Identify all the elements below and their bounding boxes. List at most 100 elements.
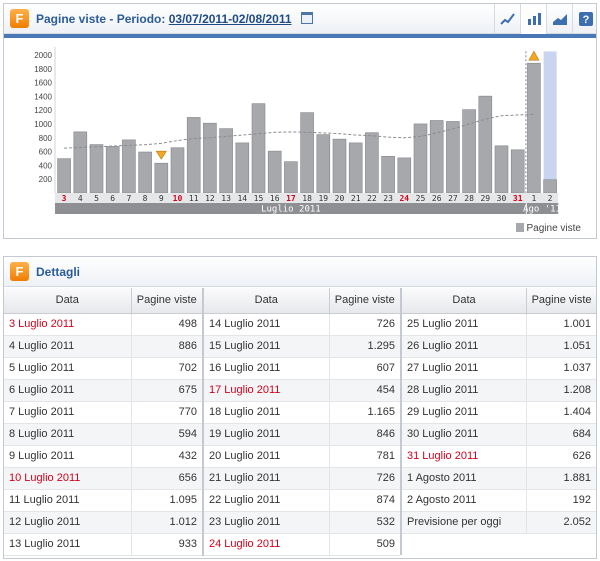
- month-label: Luglio 2011: [261, 205, 321, 215]
- data-bar: [267, 150, 282, 194]
- y-tick-label: 1000: [34, 120, 52, 129]
- row-pageviews: 454: [328, 379, 400, 402]
- row-pageviews: 886: [130, 335, 202, 358]
- row-date: 26 Luglio 2011: [401, 335, 527, 358]
- column-header-date[interactable]: Data: [4, 288, 131, 314]
- chart-panel-header: F Pagine viste - Periodo: 03/07/2011-02/…: [4, 4, 596, 34]
- column-header-date[interactable]: Data: [203, 288, 329, 314]
- details-panel-header: F Dettagli: [4, 257, 596, 287]
- period-link[interactable]: 03/07/2011-02/08/2011: [169, 12, 292, 26]
- details-table: Data Pagine viste 25 Luglio 2011 1.001 26 Lu…: [400, 288, 596, 555]
- x-tick-label: 2: [548, 194, 553, 203]
- area-chart-icon: [553, 14, 567, 25]
- table-row: 9 Luglio 2011 432: [4, 445, 202, 468]
- x-tick-label: 3: [62, 194, 67, 203]
- row-date: 15 Luglio 2011: [203, 335, 329, 358]
- row-pageviews: 1.295: [328, 335, 400, 358]
- x-tick-label: 12: [205, 194, 215, 203]
- row-date: 11 Luglio 2011: [4, 489, 131, 512]
- row-date: 2 Agosto 2011: [401, 489, 527, 512]
- row-pageviews: 933: [130, 533, 202, 556]
- table-row: 22 Luglio 2011 874: [203, 489, 400, 512]
- row-date: 12 Luglio 2011: [4, 511, 131, 534]
- x-tick-label: 17: [286, 194, 296, 203]
- row-date: 24 Luglio 2011: [203, 533, 329, 556]
- data-bar: [397, 157, 412, 194]
- row-pageviews: 1.881: [526, 467, 596, 490]
- row-pageviews: 2.052: [526, 511, 596, 534]
- app-logo-icon: F: [10, 262, 29, 281]
- data-bar: [219, 128, 233, 194]
- table-row: Previsione per oggi 2.052: [401, 511, 596, 534]
- area-chart-button[interactable]: [546, 4, 572, 34]
- table-row: 24 Luglio 2011 509: [203, 533, 400, 556]
- row-date: 23 Luglio 2011: [203, 511, 329, 534]
- x-tick-label: 19: [318, 194, 328, 203]
- table-row: 27 Luglio 2011 1.037: [401, 357, 596, 380]
- app-logo-icon: F: [10, 9, 29, 28]
- row-pageviews: 1.404: [526, 401, 596, 424]
- help-icon: ?: [579, 12, 593, 26]
- column-header-pageviews[interactable]: Pagine viste: [130, 288, 202, 314]
- table-row: 4 Luglio 2011 886: [4, 335, 202, 358]
- table-header-row: Data Pagine viste: [203, 288, 400, 314]
- row-pageviews: 1.095: [130, 489, 202, 512]
- table-row: 17 Luglio 2011 454: [203, 379, 400, 402]
- row-pageviews: 684: [526, 423, 596, 446]
- row-date: 7 Luglio 2011: [4, 401, 131, 424]
- details-panel: F Dettagli Data Pagine viste 3 Luglio 2011…: [3, 256, 597, 559]
- row-pageviews: 675: [130, 379, 202, 402]
- row-date: 27 Luglio 2011: [401, 357, 527, 380]
- table-row: 1 Agosto 2011 1.881: [401, 467, 596, 490]
- help-button[interactable]: ?: [572, 4, 598, 34]
- calendar-icon[interactable]: [300, 12, 313, 24]
- x-tick-label: 15: [254, 194, 264, 203]
- row-date: 4 Luglio 2011: [4, 335, 131, 358]
- row-pageviews: 626: [526, 445, 596, 468]
- row-pageviews: 781: [328, 445, 400, 468]
- low-value-marker: [155, 150, 167, 160]
- row-date: 9 Luglio 2011: [4, 445, 131, 468]
- data-bar: [170, 147, 185, 194]
- table-row: 18 Luglio 2011 1.165: [203, 401, 400, 424]
- row-pageviews: 594: [130, 423, 202, 446]
- bar-chart-icon: [528, 13, 541, 25]
- x-tick-label: 8: [143, 194, 148, 203]
- y-tick-label: 1800: [34, 65, 52, 74]
- table-row: 10 Luglio 2011 656: [4, 467, 202, 490]
- data-bar: [203, 122, 217, 194]
- data-bar: [154, 162, 169, 194]
- row-date: 10 Luglio 2011: [4, 467, 131, 490]
- row-pageviews: 509: [328, 533, 400, 556]
- row-date: 3 Luglio 2011: [4, 313, 131, 336]
- y-tick-label: 400: [39, 161, 53, 170]
- row-date: 25 Luglio 2011: [401, 313, 527, 336]
- row-pageviews: 726: [328, 467, 400, 490]
- row-pageviews: 656: [130, 467, 202, 490]
- chart-title-prefix: Pagine viste - Periodo:: [36, 12, 166, 26]
- row-date: 29 Luglio 2011: [401, 401, 527, 424]
- y-tick-label: 600: [39, 148, 53, 157]
- y-tick-label: 800: [39, 134, 53, 143]
- table-row: 2 Agosto 2011 192: [401, 489, 596, 512]
- line-chart-button[interactable]: [494, 4, 520, 34]
- data-bar: [348, 142, 363, 194]
- bar-chart-button[interactable]: [520, 4, 546, 34]
- row-date: 21 Luglio 2011: [203, 467, 329, 490]
- column-header-pageviews[interactable]: Pagine viste: [328, 288, 400, 314]
- row-pageviews: 846: [328, 423, 400, 446]
- high-value-marker: [528, 50, 540, 61]
- column-header-date[interactable]: Data: [401, 288, 527, 314]
- table-row: 6 Luglio 2011 675: [4, 379, 202, 402]
- x-tick-label: 4: [78, 194, 83, 203]
- x-tick-label: 5: [94, 194, 99, 203]
- data-bar: [89, 144, 104, 194]
- x-tick-label: 25: [416, 194, 426, 203]
- svg-text:?: ?: [583, 14, 590, 26]
- table-row: 23 Luglio 2011 532: [203, 511, 400, 534]
- column-header-pageviews[interactable]: Pagine viste: [526, 288, 596, 314]
- chart-panel: F Pagine viste - Periodo: 03/07/2011-02/…: [3, 3, 597, 239]
- data-bar: [138, 151, 152, 194]
- details-table: Data Pagine viste 3 Luglio 2011 498 4 Luglio…: [4, 288, 202, 556]
- row-pageviews: 1.037: [526, 357, 596, 380]
